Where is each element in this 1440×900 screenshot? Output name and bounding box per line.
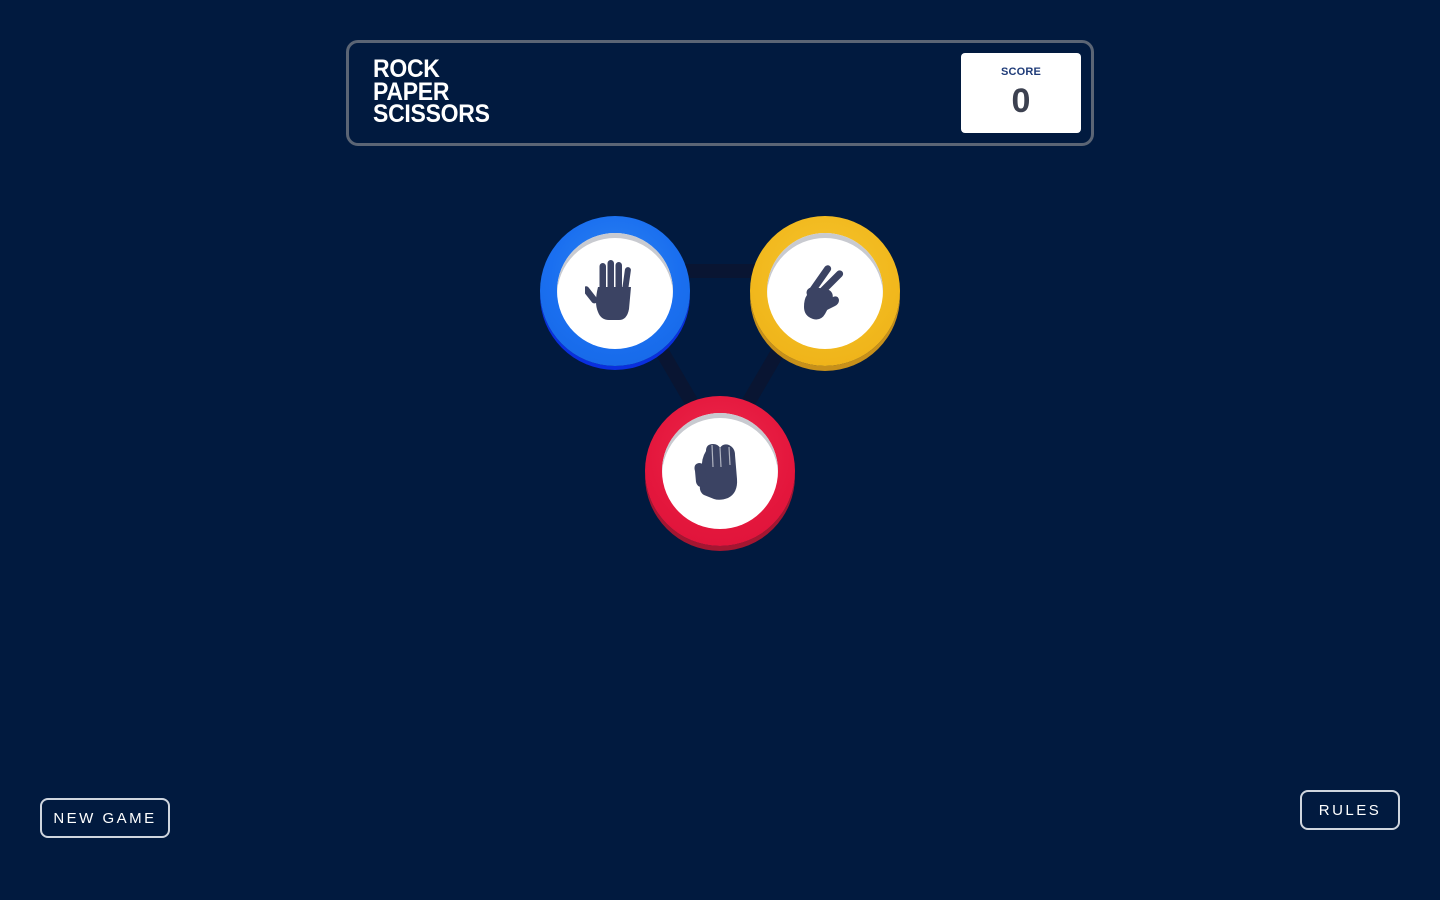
new-game-button[interactable]: NEW GAME — [40, 798, 170, 838]
score-value: 0 — [1011, 82, 1031, 120]
rock-button-face[interactable] — [662, 413, 778, 529]
scissors-hand-icon — [804, 265, 844, 320]
scissors-button-face[interactable] — [767, 233, 883, 349]
rock-fist-icon — [694, 444, 738, 500]
game-screen: ROCK PAPER SCISSORS SCORE 0 NEW GAME RUL… — [0, 0, 1440, 900]
paper-button-face[interactable] — [557, 233, 673, 349]
paper-hand-icon — [585, 260, 631, 320]
score-box: SCORE 0 — [961, 53, 1081, 133]
rules-button[interactable]: RULES — [1300, 790, 1400, 830]
scissors-button[interactable] — [750, 216, 900, 366]
paper-button[interactable] — [540, 216, 690, 366]
title-line-scissors: SCISSORS — [373, 100, 490, 128]
rock-button[interactable] — [645, 396, 795, 546]
score-label: SCORE — [1000, 66, 1042, 78]
header-bar: ROCK PAPER SCISSORS SCORE 0 — [346, 40, 1094, 146]
game-title: ROCK PAPER SCISSORS — [373, 57, 490, 128]
